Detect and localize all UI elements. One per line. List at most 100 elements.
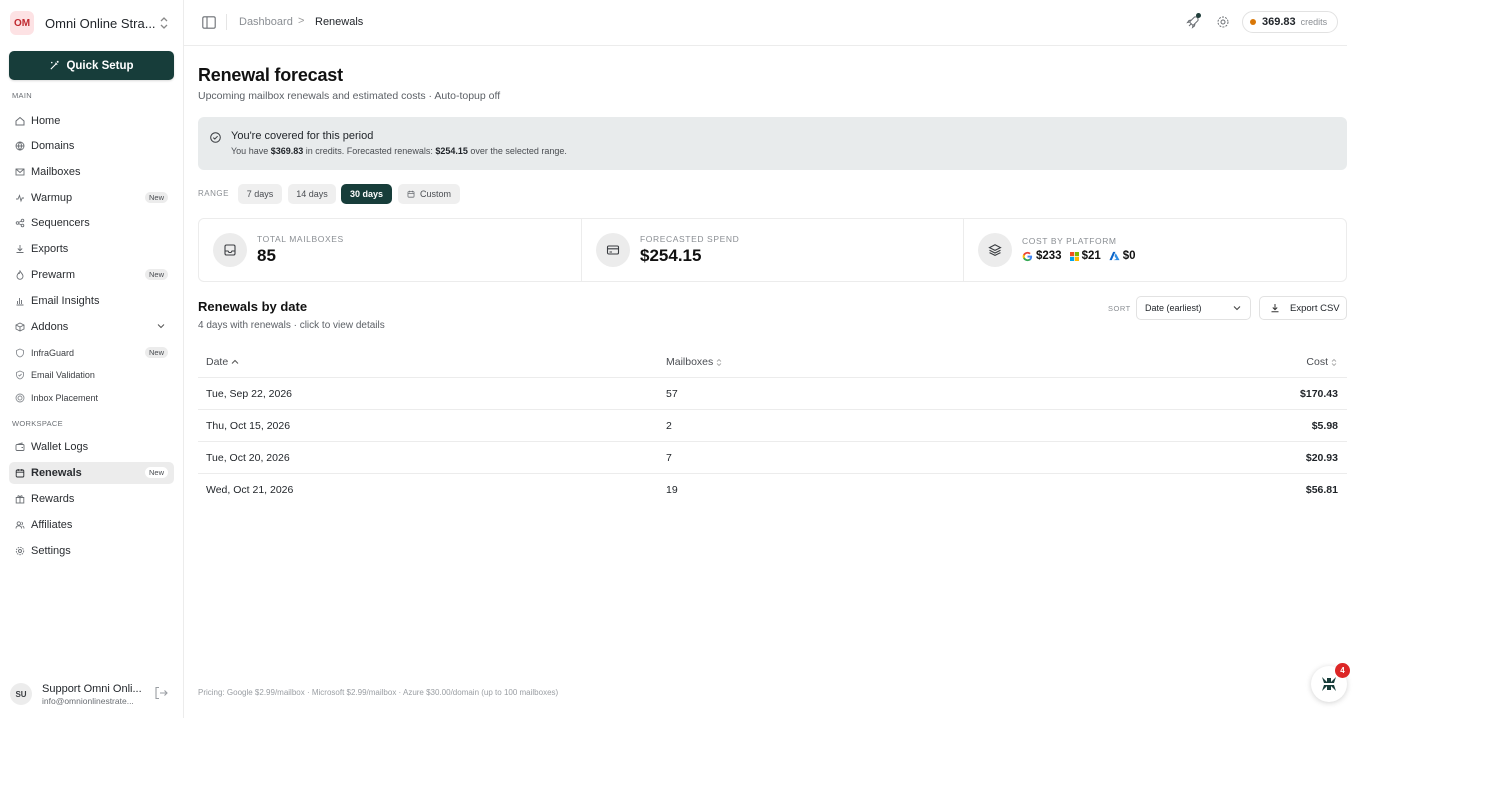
sidebar: OM Omni Online Stra... Quick Setup MAIN … xyxy=(0,0,184,718)
credit-card-icon xyxy=(606,245,620,255)
export-csv-label: Export CSV xyxy=(1290,302,1340,314)
download-icon xyxy=(1271,304,1279,313)
nav-addons[interactable]: Addons xyxy=(9,316,174,338)
settings-gear-icon[interactable] xyxy=(1216,15,1230,29)
microsoft-icon xyxy=(1069,251,1079,261)
nav-exports[interactable]: Exports xyxy=(9,238,174,260)
table-row[interactable]: Tue, Sep 22, 2026 57 $170.43 xyxy=(198,378,1347,410)
credits-balance[interactable]: 369.83 credits xyxy=(1242,11,1338,33)
nav-domains[interactable]: Domains xyxy=(9,135,174,157)
credits-label: credits xyxy=(1300,17,1328,27)
nav-inbox-placement-label: Inbox Placement xyxy=(31,393,99,403)
nav-email-validation[interactable]: Email Validation xyxy=(9,364,174,386)
avatar: SU xyxy=(10,683,32,705)
calendar-icon xyxy=(15,469,25,478)
nav-sequencers[interactable]: Sequencers xyxy=(9,212,174,234)
stat-forecasted-spend: FORECASTED SPEND $254.15 xyxy=(582,219,964,281)
sort-select[interactable]: Date (earliest) xyxy=(1136,296,1251,320)
globe-icon xyxy=(15,141,25,151)
column-date[interactable]: Date xyxy=(206,356,239,368)
range-7-days[interactable]: 7 days xyxy=(238,184,282,204)
nav-home-label: Home xyxy=(31,115,61,127)
row-mailboxes: 7 xyxy=(666,452,672,464)
quick-setup-label: Quick Setup xyxy=(66,59,134,72)
credits-status-dot xyxy=(1250,19,1256,25)
chat-logo-icon xyxy=(1322,677,1336,691)
range-custom-label: Custom xyxy=(419,189,451,199)
workspace-switcher[interactable]: OM Omni Online Stra... xyxy=(10,10,174,36)
nav-inbox-placement[interactable]: Inbox Placement xyxy=(9,387,174,409)
nav-domains-label: Domains xyxy=(31,140,75,152)
user-menu[interactable]: SU Support Omni Onli... info@omnionlines… xyxy=(10,679,175,709)
row-cost: $20.93 xyxy=(1305,452,1338,464)
sort-value: Date (earliest) xyxy=(1145,303,1202,313)
google-icon xyxy=(1022,251,1033,261)
azure-icon xyxy=(1109,251,1120,261)
azure-cost: $0 xyxy=(1122,250,1136,262)
share-icon xyxy=(15,218,25,228)
nav-settings[interactable]: Settings xyxy=(9,540,174,562)
pricing-note: Pricing: Google $2.99/mailbox · Microsof… xyxy=(198,688,559,697)
table-row[interactable]: Wed, Oct 21, 2026 19 $56.81 xyxy=(198,474,1347,506)
breadcrumb-dashboard[interactable]: Dashboard xyxy=(239,16,293,28)
inbox-icon-wrap xyxy=(213,233,247,267)
nav-affiliates[interactable]: Affiliates xyxy=(9,514,174,536)
nav-mailboxes[interactable]: Mailboxes xyxy=(9,161,174,183)
bar-chart-icon xyxy=(16,298,24,306)
new-badge: New xyxy=(144,269,168,280)
sort-icon xyxy=(716,358,722,366)
nav-email-insights[interactable]: Email Insights xyxy=(9,290,174,312)
chevron-down-icon[interactable] xyxy=(156,321,166,331)
row-mailboxes: 2 xyxy=(666,420,672,432)
column-mailboxes[interactable]: Mailboxes xyxy=(666,356,722,368)
stat-spend-label: FORECASTED SPEND xyxy=(640,234,740,244)
renewals-title: Renewals by date xyxy=(198,299,308,314)
inbox-icon xyxy=(224,244,236,256)
package-icon xyxy=(15,322,25,332)
range-14-days[interactable]: 14 days xyxy=(288,184,336,204)
main-section-label: MAIN xyxy=(12,91,32,100)
table-row[interactable]: Thu, Oct 15, 2026 2 $5.98 xyxy=(198,410,1347,442)
range-custom[interactable]: Custom xyxy=(398,184,460,204)
page-title: Renewal forecast xyxy=(198,65,343,85)
platform-azure: $0 xyxy=(1109,250,1136,262)
nav-prewarm[interactable]: Prewarm New xyxy=(9,264,174,286)
nav-infraguard[interactable]: InfraGuard New xyxy=(9,342,174,364)
stats-card: TOTAL MAILBOXES 85 FORECASTED SPEND $254… xyxy=(198,218,1347,282)
table-row[interactable]: Tue, Oct 20, 2026 7 $20.93 xyxy=(198,442,1347,474)
nav-home[interactable]: Home xyxy=(9,110,174,132)
divider xyxy=(226,14,227,30)
sort-icon xyxy=(1331,358,1337,366)
sidebar-toggle-icon[interactable] xyxy=(202,16,216,29)
coverage-credits: $369.83 xyxy=(270,146,304,156)
nav-email-insights-label: Email Insights xyxy=(31,295,100,307)
wallet-icon xyxy=(15,442,25,451)
stat-total-mailboxes: TOTAL MAILBOXES 85 xyxy=(199,219,581,281)
chevron-updown-icon xyxy=(160,17,168,29)
logout-icon[interactable] xyxy=(153,685,169,701)
nav-renewals[interactable]: Renewals New xyxy=(9,462,174,484)
workspace-name: Omni Online Stra... xyxy=(45,15,156,31)
row-date: Thu, Oct 15, 2026 xyxy=(206,420,291,432)
nav-infraguard-label: InfraGuard xyxy=(31,348,75,358)
user-email: info@omnionlinestrate... xyxy=(42,695,134,706)
nav-wallet-logs[interactable]: Wallet Logs xyxy=(9,436,174,458)
stat-cost-by-platform: COST BY PLATFORM $233 $21 $0 xyxy=(964,219,1346,281)
export-csv-button[interactable]: Export CSV xyxy=(1259,296,1347,320)
column-cost[interactable]: Cost xyxy=(1306,356,1337,368)
gear-icon xyxy=(15,546,25,556)
range-label: RANGE xyxy=(198,189,229,198)
range-30-days[interactable]: 30 days xyxy=(341,184,392,204)
nav-warmup[interactable]: Warmup New xyxy=(9,187,174,209)
flame-icon xyxy=(16,270,24,280)
download-icon xyxy=(16,245,24,253)
wand-icon xyxy=(50,60,60,70)
mail-icon xyxy=(15,168,25,176)
platform-microsoft: $21 xyxy=(1069,250,1101,262)
target-icon xyxy=(15,393,25,403)
platform-costs: $233 $21 $0 xyxy=(1022,250,1144,262)
workspace-avatar: OM xyxy=(10,11,34,35)
quick-setup-button[interactable]: Quick Setup xyxy=(9,51,174,80)
nav-rewards[interactable]: Rewards xyxy=(9,488,174,510)
stat-platform-label: COST BY PLATFORM xyxy=(1022,236,1117,246)
